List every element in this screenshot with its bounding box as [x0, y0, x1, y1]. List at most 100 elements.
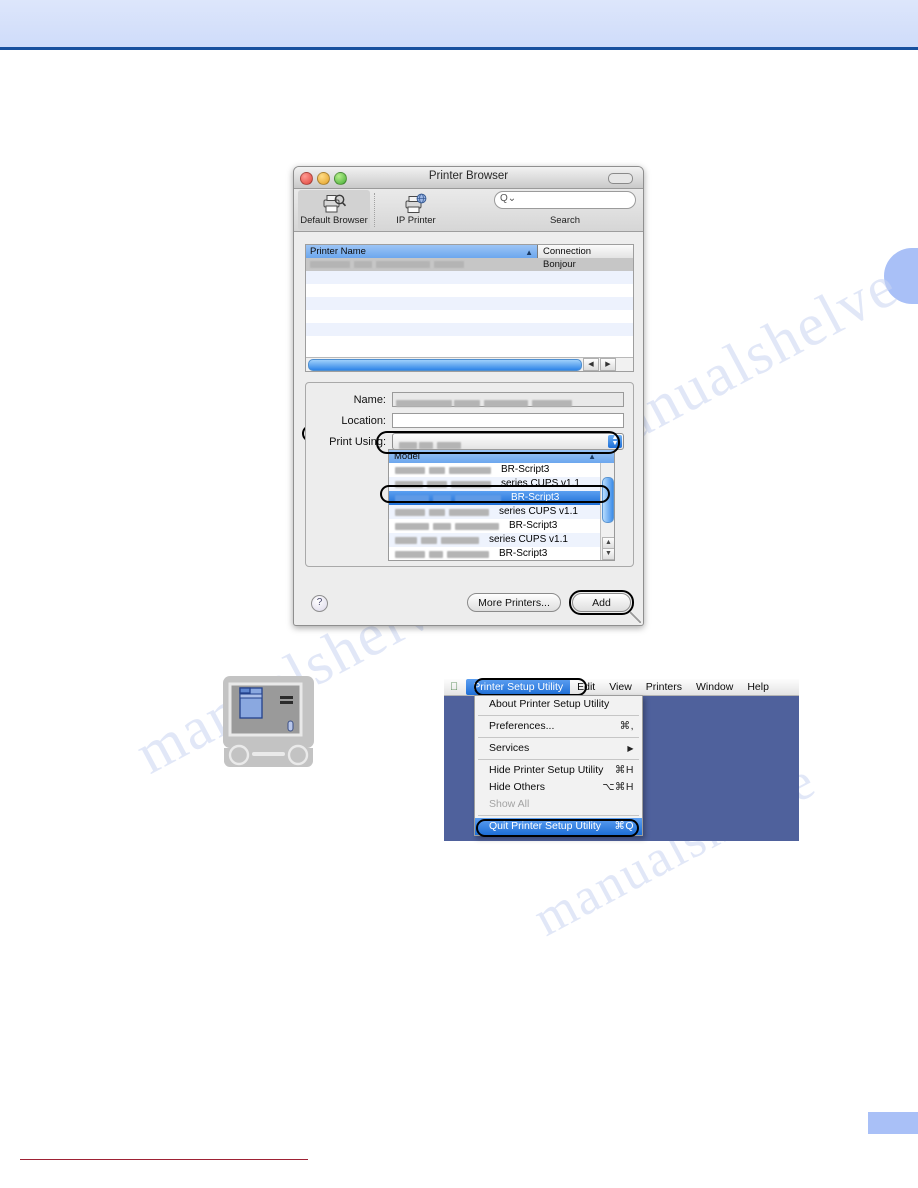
menu-item-preferences-label: Preferences... — [489, 720, 555, 732]
tab-ip-printer-label: IP Printer — [396, 215, 436, 226]
list-item-selected[interactable]: BR-Script3 — [389, 491, 614, 505]
name-label: Name: — [353, 394, 386, 406]
menu-item-hide-others-shortcut: ⌥⌘H — [602, 781, 634, 793]
search-label: Search — [549, 215, 581, 226]
printer-globe-icon — [380, 192, 452, 215]
model-list-vertical-scrollbar[interactable]: ▲ ▼ — [600, 463, 614, 560]
menu-item-hide-app-label: Hide Printer Setup Utility — [489, 764, 604, 776]
scroll-right-arrow-icon[interactable]: ▶ — [600, 358, 616, 371]
print-using-label: Print Using: — [329, 436, 386, 448]
menu-item-about[interactable]: About Printer Setup Utility — [475, 696, 642, 713]
list-item[interactable]: BR-Script3 — [389, 547, 614, 560]
list-item[interactable]: BR-Script3 — [389, 463, 614, 477]
menubar-item-help[interactable]: Help — [740, 679, 776, 695]
list-item[interactable]: series CUPS v1.1 — [389, 505, 614, 519]
help-button[interactable]: ? — [311, 595, 328, 612]
menu-item-show-all-label: Show All — [489, 798, 530, 810]
imac-illustration — [222, 672, 315, 772]
column-header-printer-name[interactable]: Printer Name ▲ — [306, 245, 538, 258]
submenu-arrow-icon: ▶ — [627, 744, 634, 753]
window-title: Printer Browser — [428, 170, 509, 182]
more-printers-button[interactable]: More Printers... — [467, 593, 561, 612]
model-name: BR-Script3 — [511, 492, 560, 503]
macos-menubar:  Printer Setup Utility Edit View Printe… — [444, 678, 799, 696]
menubar-item-window[interactable]: Window — [689, 679, 740, 695]
model-column-label: Model — [394, 451, 420, 462]
tab-ip-printer[interactable]: IP Printer — [380, 190, 452, 226]
list-item[interactable]: BR-Script3 — [389, 519, 614, 533]
printer-list-horizontal-scrollbar[interactable]: ◀ ▶ — [306, 357, 633, 371]
tab-default-browser[interactable]: Default Browser — [298, 190, 370, 230]
menu-item-quit-label: Quit Printer Setup Utility — [489, 820, 602, 832]
search-icon: Q⌄ — [500, 193, 517, 204]
table-row[interactable] — [306, 297, 633, 310]
model-name: BR-Script3 — [509, 520, 558, 531]
printer-list-header: Printer Name ▲ Connection — [306, 245, 633, 258]
resize-grip-icon[interactable] — [630, 612, 641, 623]
menu-item-preferences-shortcut: ⌘, — [619, 720, 634, 732]
chapter-side-tab — [884, 248, 918, 304]
printer-connection-cell: Bonjour — [543, 259, 576, 270]
tab-default-browser-label: Default Browser — [300, 215, 368, 226]
application-menu: About Printer Setup Utility Preferences.… — [474, 695, 643, 837]
table-row[interactable] — [306, 310, 633, 323]
model-name: series CUPS v1.1 — [501, 478, 580, 489]
name-field[interactable] — [392, 392, 624, 408]
apple-logo-icon[interactable]:  — [450, 681, 458, 693]
model-name: series CUPS v1.1 — [499, 506, 578, 517]
printer-search-icon — [298, 192, 370, 215]
table-row[interactable] — [306, 336, 633, 349]
printer-list[interactable]: Printer Name ▲ Connection Bonjour ◀ ▶ — [305, 244, 634, 372]
popup-arrows-icon[interactable]: ▲ ▼ — [608, 434, 622, 448]
menu-item-hide-app[interactable]: Hide Printer Setup Utility ⌘H — [475, 762, 642, 779]
menu-item-hide-app-shortcut: ⌘H — [614, 764, 634, 776]
menu-item-hide-others[interactable]: Hide Others ⌥⌘H — [475, 779, 642, 796]
page-header-band — [0, 0, 918, 50]
page-number-block — [868, 1112, 918, 1134]
sort-ascending-icon: ▲ — [588, 452, 596, 461]
scroll-down-arrow-icon[interactable]: ▼ — [602, 548, 614, 560]
menu-separator — [478, 715, 639, 716]
toolbar-search-group: Q⌄ Search — [494, 191, 636, 226]
table-row[interactable] — [306, 323, 633, 336]
column-header-printer-name-label: Printer Name — [310, 246, 366, 257]
scrollbar-thumb[interactable] — [308, 358, 582, 371]
toolbar-separator — [374, 193, 375, 227]
menu-separator — [478, 759, 639, 760]
add-button[interactable]: Add — [572, 593, 631, 612]
location-field[interactable] — [392, 413, 624, 428]
menu-item-quit[interactable]: Quit Printer Setup Utility ⌘Q — [475, 818, 642, 835]
model-name: BR-Script3 — [501, 464, 550, 475]
menubar-item-edit[interactable]: Edit — [570, 679, 602, 695]
search-input[interactable]: Q⌄ — [494, 191, 636, 209]
printer-name-cell — [306, 258, 538, 271]
model-name: series CUPS v1.1 — [489, 534, 568, 545]
menu-item-hide-others-label: Hide Others — [489, 781, 546, 793]
column-header-connection[interactable]: Connection — [538, 245, 633, 258]
menubar-item-printers[interactable]: Printers — [639, 679, 689, 695]
model-list[interactable]: Model ▲ BR-Script3 series CUPS v1.1 BR-S… — [388, 449, 615, 561]
model-name: BR-Script3 — [499, 548, 548, 559]
model-list-header[interactable]: Model ▲ — [389, 450, 614, 463]
menu-item-services-label: Services — [489, 742, 530, 754]
menu-item-services[interactable]: Services ▶ — [475, 740, 642, 757]
scrollbar-thumb[interactable] — [602, 477, 614, 523]
footer-rule — [20, 1159, 308, 1160]
list-item[interactable]: series CUPS v1.1 — [389, 477, 614, 491]
menubar-item-view[interactable]: View — [602, 679, 639, 695]
table-row[interactable]: Bonjour — [306, 258, 633, 271]
table-row[interactable] — [306, 284, 633, 297]
table-row[interactable] — [306, 271, 633, 284]
column-header-connection-label: Connection — [543, 246, 592, 257]
toolbar-toggle-icon[interactable] — [608, 173, 633, 184]
list-item[interactable]: series CUPS v1.1 — [389, 533, 614, 547]
printer-list-rows: Bonjour — [306, 258, 633, 357]
menu-item-quit-shortcut: ⌘Q — [614, 820, 634, 832]
printer-details-form: Name: Location: Print Using: ▲ ▼ Model ▲ … — [305, 382, 634, 567]
window-toolbar: Default Browser IP Printer Q⌄ Search — [294, 189, 643, 232]
menubar-item-printer-setup-utility[interactable]: Printer Setup Utility — [466, 679, 571, 695]
print-using-popup[interactable]: ▲ ▼ — [392, 433, 624, 450]
menu-item-preferences[interactable]: Preferences... ⌘, — [475, 718, 642, 735]
window-titlebar[interactable]: Printer Browser — [294, 167, 643, 189]
scroll-left-arrow-icon[interactable]: ◀ — [583, 358, 599, 371]
